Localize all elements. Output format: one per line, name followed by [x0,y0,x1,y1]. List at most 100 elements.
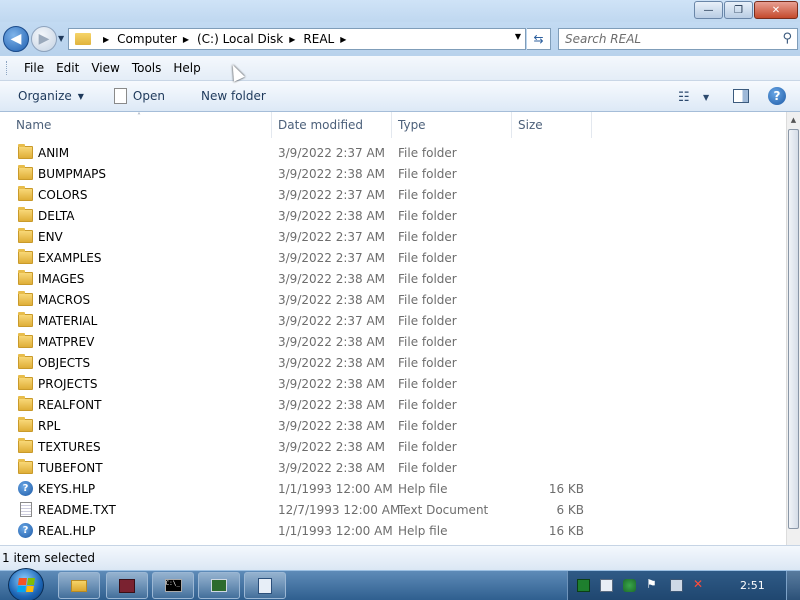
preview-pane-icon[interactable] [733,89,749,103]
view-options-icon[interactable]: ☷ [678,90,690,105]
address-bar[interactable]: ▶ Computer ▶ (C:) Local Disk ▶ REAL ▶ ▼ [68,28,526,50]
file-row[interactable]: MATPREV 3/9/2022 2:38 AM File folder [0,332,786,353]
file-row[interactable]: ENV 3/9/2022 2:37 AM File folder [0,227,786,248]
file-name: RPL [38,419,61,433]
command-bar: Organize ▼ Open New folder ☷ ▼ ? [0,81,800,112]
search-input[interactable] [565,32,775,46]
tray-document-icon[interactable] [600,579,613,592]
file-row[interactable]: RPL 3/9/2022 2:38 AM File folder [0,416,786,437]
column-name[interactable]: Name [10,112,272,138]
taskbar-calculator[interactable] [244,572,286,599]
file-date-modified: 3/9/2022 2:38 AM [278,167,386,181]
file-type: Help file [398,524,448,538]
taskbar-monitor[interactable] [198,572,240,599]
file-list: ANIM 3/9/2022 2:37 AM File folder BUMPMAPS 3… [0,143,786,545]
file-type: File folder [398,440,457,454]
refresh-button[interactable]: ⇆ [527,28,551,50]
chevron-right-icon[interactable]: ▶ [289,35,295,44]
recent-pages-dropdown[interactable]: ▼ [58,34,64,43]
search-box[interactable]: ⚲ [558,28,798,50]
clock[interactable]: 2:51 [740,579,765,592]
chevron-down-icon[interactable]: ▼ [703,93,709,102]
file-date-modified: 3/9/2022 2:37 AM [278,251,386,265]
column-type[interactable]: Type [392,112,512,138]
network-icon[interactable] [670,579,683,592]
file-date-modified: 3/9/2022 2:37 AM [278,146,386,160]
back-button[interactable]: ◀ [3,26,29,52]
tray-app-icon[interactable] [577,579,590,592]
menu-grip [6,61,10,75]
volume-muted-icon[interactable]: ✕ [693,577,706,591]
vertical-scrollbar[interactable]: ▲ [786,112,800,545]
scroll-up-arrow-icon[interactable]: ▲ [787,112,800,128]
file-row[interactable]: DELTA 3/9/2022 2:38 AM File folder [0,206,786,227]
minimize-button[interactable]: — [694,1,723,19]
text-file-icon [20,502,32,517]
scroll-thumb[interactable] [788,129,799,529]
file-date-modified: 3/9/2022 2:37 AM [278,314,386,328]
command-prompt-icon: C:\_ [164,579,182,592]
file-row[interactable]: README.TXT 12/7/1993 12:00 AM Text Documen… [0,500,786,521]
menu-bar: File Edit View Tools Help [0,56,800,81]
taskbar-app[interactable] [106,572,148,599]
file-name: DELTA [38,209,75,223]
file-date-modified: 3/9/2022 2:38 AM [278,272,386,286]
file-row[interactable]: EXAMPLES 3/9/2022 2:37 AM File folder [0,248,786,269]
file-row[interactable]: ? REAL.HLP 1/1/1993 12:00 AM Help file 16 KB [0,521,786,542]
menu-tools[interactable]: Tools [126,61,168,75]
file-row[interactable]: IMAGES 3/9/2022 2:38 AM File folder [0,269,786,290]
forward-button[interactable]: ▶ [31,26,57,52]
taskbar-command-prompt[interactable]: C:\_ [152,572,194,599]
security-shield-icon[interactable] [623,579,636,592]
address-dropdown-icon[interactable]: ▼ [515,32,521,41]
file-row[interactable]: REALFONT 3/9/2022 2:38 AM File folder [0,395,786,416]
column-headers: ˄ Name Date modified Type Size [0,112,786,138]
file-row[interactable]: OBJECTS 3/9/2022 2:38 AM File folder [0,353,786,374]
file-name: OBJECTS [38,356,91,370]
help-icon[interactable]: ? [768,87,786,105]
chevron-right-icon[interactable]: ▶ [340,35,346,44]
navigation-bar: ◀ ▶ ▼ ▶ Computer ▶ (C:) Local Disk ▶ REAL ▶… [0,22,800,56]
windows-logo-icon [17,578,35,592]
monitor-icon [211,579,227,592]
file-type: File folder [398,272,457,286]
file-date-modified: 3/9/2022 2:37 AM [278,188,386,202]
file-row[interactable]: PROJECTS 3/9/2022 2:38 AM File folder [0,374,786,395]
menu-help[interactable]: Help [167,61,206,75]
breadcrumb-real[interactable]: REAL ▶ [303,32,354,46]
folder-icon [75,33,91,45]
chevron-right-icon[interactable]: ▶ [183,35,189,44]
file-row[interactable]: BUMPMAPS 3/9/2022 2:38 AM File folder [0,164,786,185]
file-row[interactable]: ANIM 3/9/2022 2:37 AM File folder [0,143,786,164]
chevron-right-icon[interactable]: ▶ [103,35,109,44]
file-row[interactable]: MACROS 3/9/2022 2:38 AM File folder [0,290,786,311]
new-folder-button[interactable]: New folder [193,89,274,103]
close-button[interactable]: ✕ [754,1,798,19]
file-row[interactable]: ? KEYS.HLP 1/1/1993 12:00 AM Help file 16 KB [0,479,786,500]
search-icon[interactable]: ⚲ [782,31,792,46]
taskbar-explorer[interactable] [58,572,100,599]
organize-button[interactable]: Organize ▼ [0,89,92,103]
file-row[interactable]: TUBEFONT 3/9/2022 2:38 AM File folder [0,458,786,479]
start-button[interactable] [8,568,44,600]
file-date-modified: 3/9/2022 2:38 AM [278,377,386,391]
maximize-button[interactable]: ❐ [724,1,753,19]
menu-view[interactable]: View [85,61,125,75]
file-row[interactable]: COLORS 3/9/2022 2:37 AM File folder [0,185,786,206]
breadcrumb-local-disk[interactable]: (C:) Local Disk ▶ [197,32,303,46]
folder-icon [18,291,33,306]
status-bar: 1 item selected [0,545,800,570]
open-button[interactable]: Open [106,88,173,104]
column-date-modified[interactable]: Date modified [272,112,392,138]
folder-icon [71,579,87,592]
folder-icon [18,228,33,243]
calculator-icon [258,577,272,594]
menu-file[interactable]: File [18,61,50,75]
action-center-flag-icon[interactable]: ⚑ [646,577,659,591]
file-row[interactable]: TEXTURES 3/9/2022 2:38 AM File folder [0,437,786,458]
column-size[interactable]: Size [512,112,592,138]
menu-edit[interactable]: Edit [50,61,85,75]
breadcrumb-computer[interactable]: Computer ▶ [117,32,197,46]
file-row[interactable]: MATERIAL 3/9/2022 2:37 AM File folder [0,311,786,332]
show-desktop-button[interactable] [786,571,800,600]
